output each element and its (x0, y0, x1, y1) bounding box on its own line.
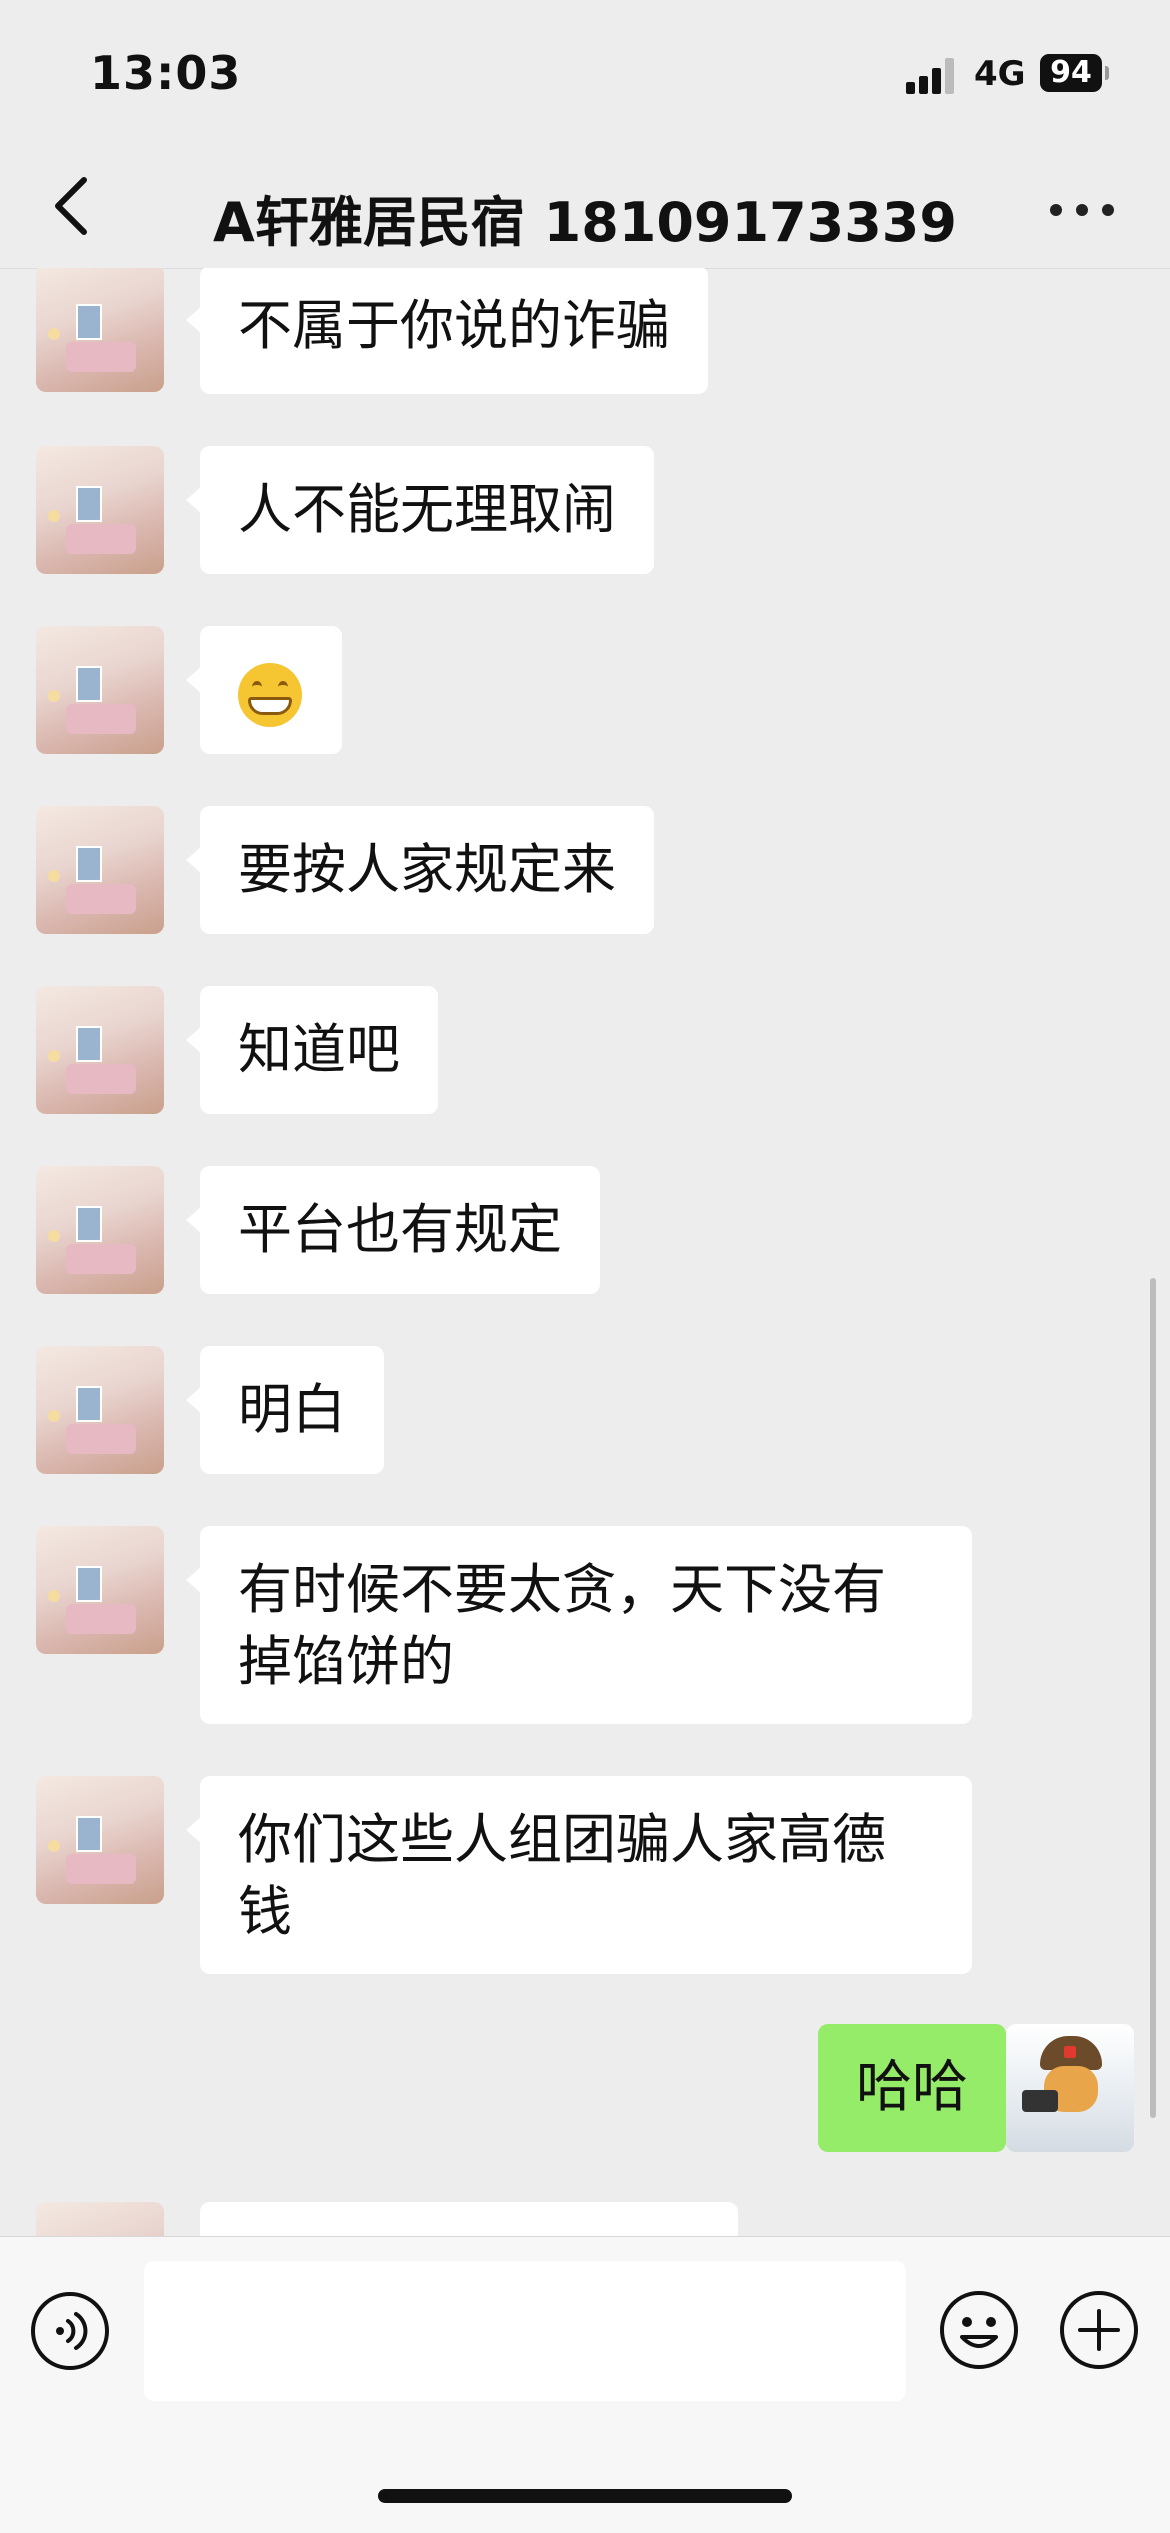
contact-avatar[interactable] (36, 1346, 164, 1474)
signal-icon (906, 58, 966, 94)
input-bar (0, 2236, 1170, 2533)
contact-avatar[interactable] (36, 1166, 164, 1294)
chat-header: A轩雅居民宿 18109173339 (0, 150, 1170, 269)
contact-avatar[interactable] (36, 2202, 164, 2236)
status-time: 13:03 (90, 46, 242, 100)
network-type: 4G (974, 54, 1026, 94)
message-bubble[interactable]: 人不能无理取闹 (186, 446, 654, 574)
message-list[interactable]: 不属于你说的诈骗 人不能无理取闹 要按人家规定来 知道吧 平台也有规定 明白 有… (0, 268, 1170, 2236)
message-bubble[interactable]: 你们这些人组团骗人家高德钱 (186, 1776, 972, 1974)
contact-avatar[interactable] (36, 986, 164, 1114)
status-bar: 13:03 4G 94 (0, 0, 1170, 150)
battery-icon: 94 (1040, 54, 1109, 92)
back-button[interactable] (40, 170, 110, 240)
message-bubble[interactable]: 不属于你说的诈骗 (186, 268, 708, 394)
message-bubble[interactable]: 知道吧 (186, 986, 438, 1114)
message-input[interactable] (144, 2261, 906, 2401)
message-bubble[interactable]: 明白 (186, 1346, 384, 1474)
contact-avatar[interactable] (36, 1526, 164, 1654)
contact-avatar[interactable] (36, 626, 164, 754)
scrollbar[interactable] (1150, 1278, 1156, 2118)
home-indicator[interactable] (378, 2489, 792, 2503)
contact-avatar[interactable] (36, 1776, 164, 1904)
chat-title: A轩雅居民宿 18109173339 (213, 191, 957, 254)
smiley-icon (940, 2291, 1018, 2369)
message-bubble[interactable]: 平台也有规定 (186, 1166, 600, 1294)
voice-icon (31, 2292, 109, 2370)
contact-avatar[interactable] (36, 806, 164, 934)
chevron-left-icon (55, 177, 87, 235)
message-bubble[interactable] (200, 2202, 738, 2236)
contact-avatar[interactable] (36, 446, 164, 574)
more-options-button[interactable] (1042, 184, 1122, 234)
more-functions-button[interactable] (1058, 2289, 1140, 2371)
message-bubble[interactable]: 要按人家规定来 (186, 806, 654, 934)
message-bubble-outgoing[interactable]: 哈哈 (818, 2024, 1020, 2152)
plus-circle-icon (1060, 2291, 1138, 2369)
emoji-button[interactable] (938, 2289, 1020, 2371)
message-bubble[interactable]: 有时候不要太贪，天下没有掉馅饼的 (186, 1526, 972, 1724)
grinning-face-emoji-icon (238, 663, 302, 728)
message-bubble[interactable] (186, 626, 342, 754)
contact-avatar[interactable] (36, 268, 164, 392)
voice-input-button[interactable] (30, 2291, 110, 2371)
my-avatar[interactable] (1006, 2024, 1134, 2152)
